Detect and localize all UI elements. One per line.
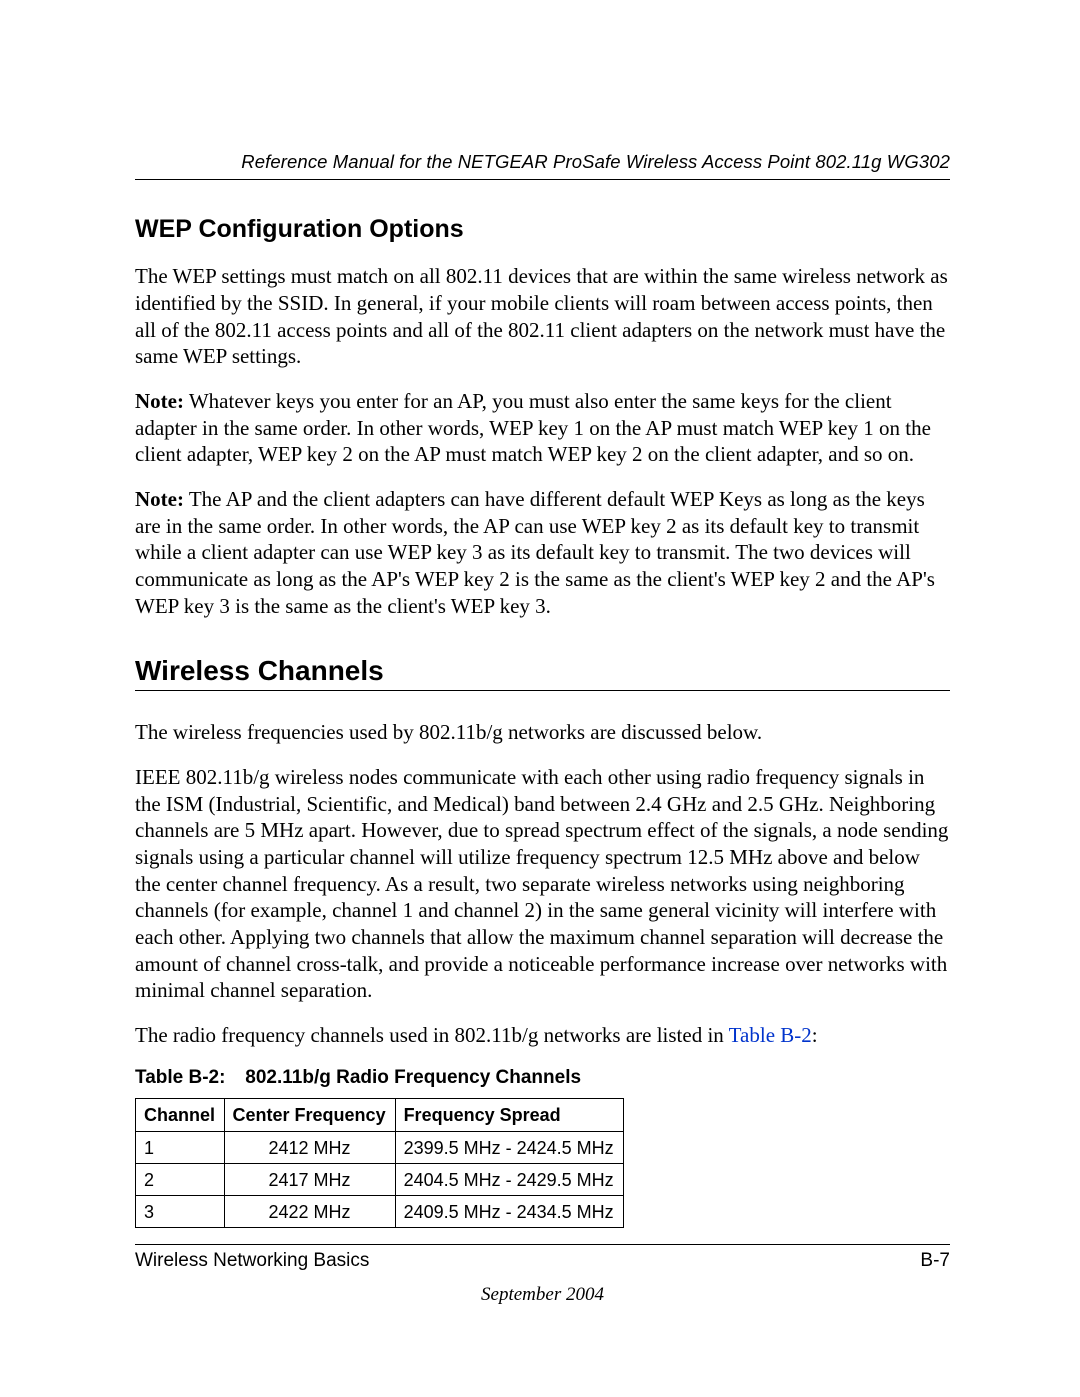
- table-header-row: Channel Center Frequency Frequency Sprea…: [136, 1099, 624, 1131]
- col-header-center-freq: Center Frequency: [224, 1099, 395, 1131]
- wep-note-1: Note: Whatever keys you enter for an AP,…: [135, 388, 950, 468]
- cell-center-freq: 2417 MHz: [224, 1163, 395, 1195]
- header-rule: [135, 179, 950, 180]
- table-row: 3 2422 MHz 2409.5 MHz - 2434.5 MHz: [136, 1196, 624, 1228]
- text-run: :: [812, 1023, 818, 1047]
- note-label: Note:: [135, 389, 184, 413]
- cell-channel: 2: [136, 1163, 225, 1195]
- table-row: 1 2412 MHz 2399.5 MHz - 2424.5 MHz: [136, 1131, 624, 1163]
- table-caption: Table B-2: 802.11b/g Radio Frequency Cha…: [135, 1066, 950, 1090]
- cell-freq-spread: 2409.5 MHz - 2434.5 MHz: [395, 1196, 623, 1228]
- channels-paragraph-1: The wireless frequencies used by 802.11b…: [135, 719, 950, 746]
- footer-page-number: B-7: [920, 1249, 950, 1273]
- table-reference-link[interactable]: Table B-2: [729, 1023, 812, 1047]
- frequency-table: Channel Center Frequency Frequency Sprea…: [135, 1098, 624, 1228]
- text-run: The radio frequency channels used in 802…: [135, 1023, 729, 1047]
- footer-left: Wireless Networking Basics: [135, 1249, 369, 1273]
- table-row: 2 2417 MHz 2404.5 MHz - 2429.5 MHz: [136, 1163, 624, 1195]
- running-head: Reference Manual for the NETGEAR ProSafe…: [135, 150, 950, 173]
- table-label: Table B-2:: [135, 1066, 240, 1090]
- channels-paragraph-3: The radio frequency channels used in 802…: [135, 1022, 950, 1049]
- cell-freq-spread: 2399.5 MHz - 2424.5 MHz: [395, 1131, 623, 1163]
- channels-paragraph-2: IEEE 802.11b/g wireless nodes communicat…: [135, 764, 950, 1004]
- cell-freq-spread: 2404.5 MHz - 2429.5 MHz: [395, 1163, 623, 1195]
- table-title: 802.11b/g Radio Frequency Channels: [245, 1067, 581, 1088]
- col-header-freq-spread: Frequency Spread: [395, 1099, 623, 1131]
- cell-center-freq: 2422 MHz: [224, 1196, 395, 1228]
- footer-row: Wireless Networking Basics B-7: [135, 1249, 950, 1273]
- cell-channel: 1: [136, 1131, 225, 1163]
- section-title-channels: Wireless Channels: [135, 653, 950, 688]
- document-page: Reference Manual for the NETGEAR ProSafe…: [0, 0, 1080, 1397]
- footer-rule: [135, 1244, 950, 1245]
- wep-paragraph-1: The WEP settings must match on all 802.1…: [135, 263, 950, 370]
- section-rule: [135, 690, 950, 691]
- col-header-channel: Channel: [136, 1099, 225, 1131]
- footer-date: September 2004: [135, 1283, 950, 1307]
- note-text: The AP and the client adapters can have …: [135, 487, 935, 618]
- cell-channel: 3: [136, 1196, 225, 1228]
- note-text: Whatever keys you enter for an AP, you m…: [135, 389, 931, 466]
- wep-note-2: Note: The AP and the client adapters can…: [135, 486, 950, 619]
- section-title-wep: WEP Configuration Options: [135, 214, 950, 245]
- cell-center-freq: 2412 MHz: [224, 1131, 395, 1163]
- note-label: Note:: [135, 487, 184, 511]
